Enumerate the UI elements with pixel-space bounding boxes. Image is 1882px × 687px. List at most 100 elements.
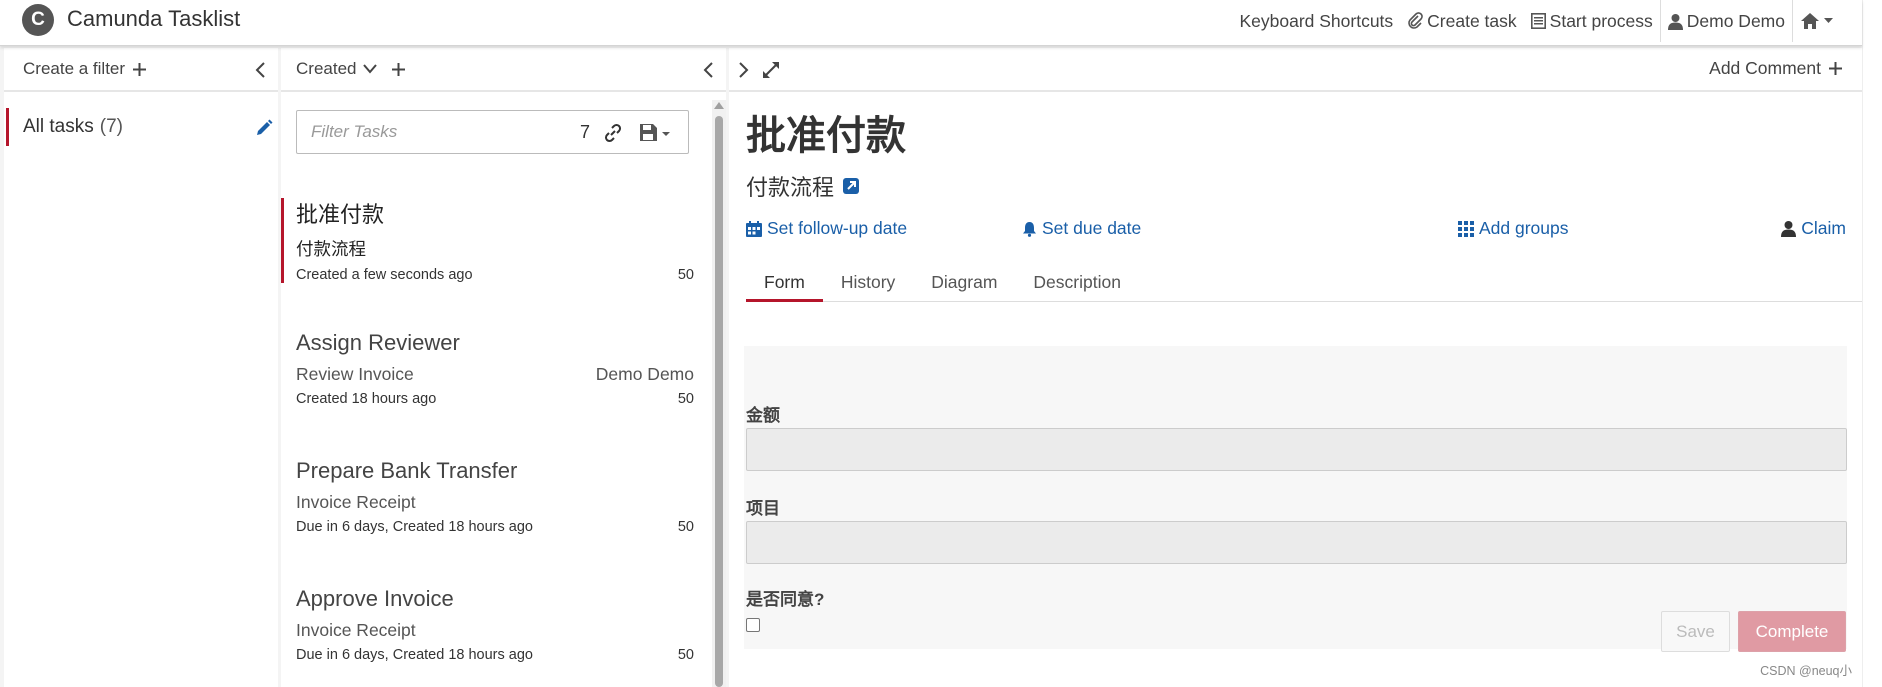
task-process: Invoice Receipt (296, 620, 416, 640)
sort-dropdown[interactable]: Created (281, 59, 378, 79)
item-label: 项目 (746, 499, 780, 518)
scrollbar-thumb[interactable] (715, 116, 723, 687)
task-item[interactable]: Approve Invoice Invoice Receipt Due in 6… (281, 582, 709, 663)
task-item[interactable]: Assign Reviewer Review Invoice Demo Demo… (281, 326, 709, 407)
pencil-icon[interactable] (254, 118, 274, 138)
task-list-header: Created (281, 48, 726, 92)
task-list-scrollbar[interactable] (712, 100, 726, 687)
approve-checkbox[interactable] (746, 618, 760, 632)
task-list-column: Created 7 批准付款 付 (281, 48, 726, 687)
add-sorting-plus-icon[interactable] (392, 62, 406, 76)
tab-description[interactable]: Description (1015, 260, 1139, 302)
item-field[interactable] (746, 521, 1847, 564)
app-title[interactable]: Camunda Tasklist (67, 6, 240, 32)
task-title: 批准付款 (746, 114, 906, 158)
task-name: Assign Reviewer (296, 330, 460, 355)
approve-label: 是否同意? (746, 590, 825, 609)
external-link-icon (842, 177, 860, 195)
task-process: Invoice Receipt (296, 492, 416, 512)
collapse-filters-button[interactable] (252, 60, 270, 80)
amount-label: 金额 (746, 406, 780, 425)
task-created: Created a few seconds ago (296, 267, 473, 283)
task-form: 金额 项目 是否同意? (744, 346, 1847, 649)
chevron-down-icon (362, 63, 378, 75)
claim-button[interactable]: Claim (1781, 218, 1846, 239)
task-meta-row: Due in 6 days, Created 18 hours ago 50 (296, 519, 709, 535)
filters-column: Create a filter All tasks (7) (4, 48, 278, 687)
task-priority: 50 (677, 391, 694, 407)
chevron-left-icon (255, 62, 265, 78)
task-created: Created 18 hours ago (296, 391, 437, 407)
calendar-icon (746, 220, 762, 237)
task-process-row: Invoice Receipt (296, 620, 709, 641)
complete-button[interactable]: Complete (1738, 611, 1846, 652)
tasklist-app: C Camunda Tasklist Keyboard Shortcuts Cr… (0, 0, 1862, 687)
task-meta-row: Created 18 hours ago 50 (296, 391, 709, 407)
task-name: 批准付款 (296, 202, 385, 227)
start-process-link[interactable]: Start process (1524, 0, 1660, 42)
process-definition-link[interactable]: 付款流程 (746, 170, 860, 202)
task-name: Prepare Bank Transfer (296, 458, 518, 483)
set-follow-up-date-label: Set follow-up date (767, 218, 908, 238)
keyboard-shortcuts-link[interactable]: Keyboard Shortcuts (1232, 0, 1400, 42)
claim-label: Claim (1801, 218, 1846, 238)
create-task-label: Create task (1427, 10, 1517, 31)
user-icon (1781, 220, 1797, 237)
create-task-link[interactable]: Create task (1400, 0, 1523, 42)
chevron-left-icon (703, 62, 713, 78)
task-meta-row: Created a few seconds ago 50 (296, 267, 709, 283)
task-item[interactable]: 批准付款 付款流程 Created a few seconds ago 50 (281, 198, 709, 283)
expand-list-chevron-right-icon[interactable] (737, 60, 751, 80)
user-menu[interactable]: Demo Demo (1659, 0, 1792, 42)
tab-diagram[interactable]: Diagram (913, 260, 1015, 302)
plus-icon (133, 62, 147, 76)
scroll-up-arrow-icon[interactable] (714, 102, 724, 109)
create-filter-button[interactable]: Create a filter (4, 59, 147, 79)
process-name-label: 付款流程 (746, 175, 835, 200)
task-detail-column: Add Comment 批准付款 付款流程 Set follow-up date (729, 48, 1862, 687)
maximize-arrows-icon[interactable] (761, 60, 781, 80)
set-due-date-button[interactable]: Set due date (1022, 218, 1141, 239)
plus-icon (1829, 62, 1842, 75)
task-process: 付款流程 (296, 239, 366, 259)
add-groups-button[interactable]: Add groups (1458, 218, 1569, 239)
paperclip-icon (1407, 12, 1423, 30)
keyboard-shortcuts-label: Keyboard Shortcuts (1239, 10, 1394, 31)
task-process: Review Invoice (296, 364, 414, 384)
tab-history[interactable]: History (823, 260, 913, 302)
set-follow-up-date-button[interactable]: Set follow-up date (746, 218, 907, 239)
task-process-row: Review Invoice Demo Demo (296, 364, 709, 385)
task-meta-row: Due in 6 days, Created 18 hours ago 50 (296, 647, 709, 663)
add-comment-button[interactable]: Add Comment (1709, 58, 1842, 79)
grid-icon (1458, 220, 1474, 237)
link-icon[interactable] (603, 123, 623, 143)
task-actions: Set follow-up date Set due date Add grou… (746, 218, 1846, 244)
task-item[interactable]: Prepare Bank Transfer Invoice Receipt Du… (281, 454, 709, 535)
task-name: Approve Invoice (296, 586, 454, 611)
collapse-list-button[interactable] (700, 60, 718, 80)
save-button[interactable]: Save (1661, 611, 1730, 652)
home-menu[interactable] (1792, 0, 1840, 42)
camunda-logo[interactable]: C (22, 4, 54, 36)
task-created: Due in 6 days, Created 18 hours ago (296, 647, 533, 663)
task-priority: 50 (677, 267, 694, 283)
task-assignee: Demo Demo (595, 364, 694, 384)
amount-field[interactable] (746, 428, 1847, 471)
save-filter-dropdown[interactable] (639, 123, 673, 143)
filter-item-all-tasks[interactable]: All tasks (7) (6, 108, 276, 146)
start-process-label: Start process (1549, 10, 1653, 31)
sort-label: Created (296, 59, 357, 78)
header-nav: Keyboard Shortcuts Create task Start pro… (1232, 0, 1840, 42)
task-created: Due in 6 days, Created 18 hours ago (296, 519, 533, 535)
filter-tasks-input[interactable] (297, 111, 567, 153)
detail-view-controls (737, 60, 781, 80)
tab-form[interactable]: Form (746, 260, 823, 302)
create-filter-label: Create a filter (23, 59, 126, 78)
caret-down-icon (1824, 18, 1833, 24)
detail-tabs: Form History Diagram Description (746, 260, 1862, 302)
add-groups-label: Add groups (1479, 218, 1569, 238)
top-header: C Camunda Tasklist Keyboard Shortcuts Cr… (0, 0, 1862, 46)
user-name: Demo Demo (1686, 10, 1785, 31)
task-process-row: Invoice Receipt (296, 492, 709, 513)
bell-icon (1022, 221, 1037, 237)
